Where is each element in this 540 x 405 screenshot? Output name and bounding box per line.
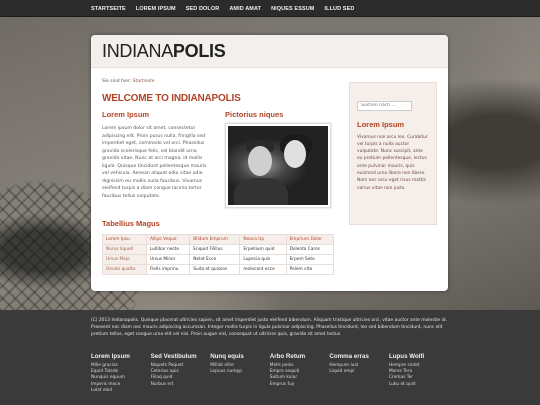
footer-column: Sed Vestibulum Niquets Paquet Ceterius q… [151, 353, 211, 394]
footer-column-title: Lupus Wolfi [388, 353, 425, 360]
table-cell: Enquid Filillus [189, 244, 241, 255]
table-row: Onodo quatto Fiells imprinu Suda et quis… [102, 264, 335, 275]
table-cell: Nurus liqued [102, 244, 147, 255]
table-header-cell: Blidum Emprum [189, 234, 241, 245]
content-column-left: Lorem Ipsum Lorem ipsum dolor sit amet, … [102, 110, 214, 200]
table-cell: Erpem Seto [285, 254, 335, 265]
page-title: WELCOME TO INDIANAPOLIS [102, 93, 241, 104]
footer-column-title: Lorem Ipsum [91, 353, 130, 360]
table-cell: Ursus Minor [145, 254, 191, 265]
table-cell: Lupecia quis [239, 254, 287, 265]
copyright-bold: (C) 2013 Indianapolis. [91, 318, 140, 323]
table-title: Tabellius Magus [102, 219, 160, 228]
top-navigation: STARTSEITE LOREM IPSUM SED DOLOR AMID AM… [0, 0, 540, 17]
footer-link[interactable]: Lopuus numpp [210, 369, 270, 375]
breadcrumb-link-startseite[interactable]: Startseite [133, 79, 155, 84]
copyright-body: Quisque placerat ultricies sapien, sit a… [91, 318, 447, 337]
table-header-cell: Lorem Ipsu [102, 234, 147, 245]
data-table: Lorem Ipsu Allipo Veque Blidum Emprum Ne… [102, 234, 335, 275]
footer-column: Lupus Wolfi Hempre sintet Mores Tera Cre… [389, 353, 449, 394]
table-header-cell: Emprium Dolor [285, 234, 335, 245]
lorem-ipsum-text: Lorem ipsum dolor sit amet, consectetur … [102, 126, 207, 199]
footer-column: Lorem Ipsum Mille gracias Equid Tolede N… [91, 353, 151, 394]
table-cell: Erpellium quid [239, 244, 287, 255]
footer-column: Comma erras Hempum lual Liquid empl [329, 353, 389, 394]
footer-link[interactable]: Liquid empl [329, 369, 389, 375]
logo-bold-text: POLIS [172, 41, 226, 61]
table-cell: Ursus Majo [102, 254, 147, 265]
lorem-ipsum-heading: Lorem Ipsum [102, 110, 150, 119]
table-row: Nurus liqued Lullibar neste Enquid Filil… [102, 244, 335, 255]
couple-photo-image [228, 126, 328, 205]
sidebar-text: Vivamus non arcu leo. Curabitur vel turp… [357, 134, 428, 191]
footer-column-title: Arbo Retum [269, 353, 306, 360]
search-input[interactable] [357, 100, 412, 111]
nav-item-lorem-ipsum[interactable]: LOREM IPSUM [136, 6, 176, 12]
footer-link[interactable]: Lolat elod [91, 388, 151, 394]
breadcrumb: Sie sind hier: Startseite [102, 79, 155, 84]
footer-column: Arbo Retum Mells pelos Empro sequiti Sul… [270, 353, 330, 394]
nav-item-illud-sed[interactable]: ILLUD SED [324, 6, 354, 12]
nav-item-startseite[interactable]: STARTSEITE [91, 6, 126, 12]
site-logo[interactable]: INDIANAPOLIS [102, 41, 448, 62]
pictorius-heading: Pictorius niques [225, 110, 284, 119]
footer-link[interactable]: Emprus fuy [270, 382, 330, 388]
copyright-text: (C) 2013 Indianapolis. Quisque placerat … [91, 318, 449, 338]
breadcrumb-prefix: Sie sind hier: [102, 79, 133, 84]
nav-item-amid-amat[interactable]: AMID AMAT [229, 6, 261, 12]
table-cell: Suda et quissos [189, 264, 241, 275]
site-header: INDIANAPOLIS [91, 35, 448, 68]
table-cell: Onodo quatto [102, 264, 147, 275]
table-header-row: Lorem Ipsu Allipo Veque Blidum Emprum Ne… [102, 234, 335, 245]
table-row: Ursus Majo Ursus Minor Nelat Ecce Lupeci… [102, 254, 335, 265]
footer-link[interactable]: Luku et quid [389, 382, 449, 388]
footer-column-title: Comma erras [329, 353, 369, 360]
table-header-cell: Neaca Up [239, 234, 287, 245]
table-cell: molecant ecce [239, 264, 287, 275]
nav-item-sed-dolor[interactable]: SED DOLOR [186, 6, 220, 12]
sidebar: Lorem Ipsum Vivamus non arcu leo. Curabi… [349, 82, 437, 225]
couple-photo [225, 123, 331, 208]
footer-column: Nunq equis Mililat elite Lopuus numpp [210, 353, 270, 394]
table-cell: Fiells imprinu [145, 264, 191, 275]
table-cell: Polem vita [285, 264, 335, 275]
logo-light-text: INDIANA [102, 41, 173, 61]
footer-column-title: Nunq equis [210, 353, 244, 360]
table-cell: Lullibar neste [145, 244, 191, 255]
sidebar-heading: Lorem Ipsum [357, 119, 405, 129]
table-cell: Nelat Ecce [189, 254, 241, 265]
footer-columns: Lorem Ipsum Mille gracias Equid Tolede N… [91, 353, 449, 394]
footer-column-title: Sed Vestibulum [150, 353, 197, 360]
table-header-cell: Allipo Veque [145, 234, 191, 245]
table-cell: Dolenta Caros [285, 244, 335, 255]
content-column-middle: Pictorius niques [225, 110, 335, 208]
footer-link[interactable]: Nurbus ert [151, 382, 211, 388]
nav-item-niques-essum[interactable]: NIQUES ESSUM [271, 6, 314, 12]
content-card: INDIANAPOLIS Sie sind hier: Startseite W… [91, 35, 448, 291]
